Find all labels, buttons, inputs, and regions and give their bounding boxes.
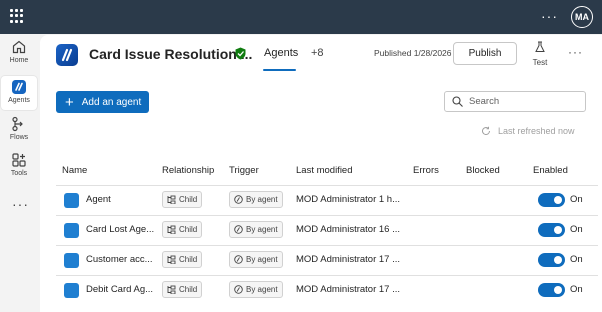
last-modified: MOD Administrator 17 ... bbox=[296, 254, 401, 265]
enabled-label: On bbox=[570, 224, 583, 235]
enabled-toggle[interactable] bbox=[538, 193, 565, 207]
search-input[interactable] bbox=[469, 96, 579, 107]
main-panel: Card Issue Resolution ... Agents +8 Publ… bbox=[40, 35, 602, 312]
agent-name[interactable]: Agent bbox=[86, 194, 156, 205]
flows-icon bbox=[12, 116, 23, 132]
agent-name[interactable]: Customer acc... bbox=[86, 254, 156, 265]
page-title[interactable]: Card Issue Resolution ... bbox=[89, 46, 252, 62]
agent-icon bbox=[64, 193, 79, 208]
refresh-label: Last refreshed now bbox=[498, 126, 575, 136]
relationship-chip: Child bbox=[162, 281, 203, 298]
trigger-chip: By agent bbox=[229, 281, 283, 298]
rail-item-flows[interactable]: Flows bbox=[1, 116, 37, 150]
relationship-label: Child bbox=[179, 255, 198, 264]
app-launcher-icon[interactable] bbox=[10, 9, 24, 23]
rail-label-tools: Tools bbox=[10, 170, 28, 177]
bot-icon bbox=[234, 255, 243, 264]
table-row[interactable]: Debit Card Ag... Child By agent MOD Admi… bbox=[56, 275, 598, 305]
agent-name[interactable]: Debit Card Ag... bbox=[86, 284, 156, 295]
trigger-label: By agent bbox=[246, 195, 278, 204]
agents-icon bbox=[12, 80, 26, 94]
rail-label-agents: Agents bbox=[8, 97, 30, 104]
trigger-chip: By agent bbox=[229, 191, 283, 208]
rail-label-home: Home bbox=[9, 57, 29, 64]
bot-icon bbox=[234, 225, 243, 234]
rail-item-tools[interactable]: Tools bbox=[1, 152, 37, 186]
col-header-errors[interactable]: Errors bbox=[413, 165, 439, 176]
rail-more-icon[interactable]: ··· bbox=[12, 196, 29, 212]
agent-icon bbox=[64, 253, 79, 268]
relationship-chip: Child bbox=[162, 251, 203, 268]
col-header-relationship[interactable]: Relationship bbox=[162, 165, 214, 176]
table-row[interactable]: Card Lost Age... Child By agent MOD Admi… bbox=[56, 215, 598, 245]
home-icon bbox=[12, 40, 26, 54]
copilot-studio-logo-icon bbox=[56, 44, 78, 66]
relationship-label: Child bbox=[179, 285, 198, 294]
last-modified: MOD Administrator 16 ... bbox=[296, 224, 401, 235]
rail-item-home[interactable]: Home bbox=[1, 39, 37, 73]
enabled-toggle[interactable] bbox=[538, 223, 565, 237]
page-header: Card Issue Resolution ... Agents +8 Publ… bbox=[40, 35, 602, 75]
enabled-toggle[interactable] bbox=[538, 253, 565, 267]
trigger-chip: By agent bbox=[229, 251, 283, 268]
table-row[interactable]: Agent Child By agent MOD Administrator 1… bbox=[56, 185, 598, 215]
agent-icon bbox=[64, 223, 79, 238]
relationship-chip: Child bbox=[162, 221, 203, 238]
rail-item-agents[interactable]: Agents bbox=[1, 76, 37, 110]
shield-icon bbox=[235, 47, 246, 60]
enabled-toggle[interactable] bbox=[538, 283, 565, 297]
table-row[interactable]: Customer acc... Child By agent MOD Admin… bbox=[56, 245, 598, 275]
agent-icon bbox=[64, 283, 79, 298]
left-rail: Home Agents Flows Tools ··· bbox=[0, 34, 38, 312]
enabled-label: On bbox=[570, 254, 583, 265]
add-agent-button[interactable]: + Add an agent bbox=[56, 91, 149, 113]
flask-icon bbox=[535, 41, 545, 52]
more-options-icon[interactable]: ··· bbox=[541, 8, 558, 24]
last-modified: MOD Administrator 17 ... bbox=[296, 284, 401, 295]
col-header-trigger[interactable]: Trigger bbox=[229, 165, 259, 176]
tab-more[interactable]: +8 bbox=[311, 47, 324, 59]
test-button[interactable]: Test bbox=[529, 40, 551, 67]
tab-selected-indicator bbox=[263, 69, 296, 71]
publish-button[interactable]: Publish bbox=[453, 42, 517, 65]
bot-icon bbox=[234, 195, 243, 204]
col-header-name[interactable]: Name bbox=[62, 165, 87, 176]
tools-icon bbox=[12, 153, 26, 167]
header-more-icon[interactable]: ··· bbox=[568, 45, 583, 59]
relationship-label: Child bbox=[179, 195, 198, 204]
relationship-label: Child bbox=[179, 225, 198, 234]
col-header-blocked[interactable]: Blocked bbox=[466, 165, 500, 176]
add-agent-label: Add an agent bbox=[81, 96, 142, 108]
trigger-label: By agent bbox=[246, 225, 278, 234]
col-header-enabled[interactable]: Enabled bbox=[533, 165, 568, 176]
child-icon bbox=[167, 195, 176, 204]
top-bar: ··· MA bbox=[0, 0, 602, 34]
relationship-chip: Child bbox=[162, 191, 203, 208]
col-header-last-modified[interactable]: Last modified bbox=[296, 165, 353, 176]
search-icon bbox=[452, 96, 463, 107]
child-icon bbox=[167, 285, 176, 294]
child-icon bbox=[167, 255, 176, 264]
refresh-status[interactable]: Last refreshed now bbox=[481, 126, 575, 136]
trigger-label: By agent bbox=[246, 285, 278, 294]
bot-icon bbox=[234, 285, 243, 294]
enabled-label: On bbox=[570, 194, 583, 205]
published-status: Published 1/28/2026 bbox=[374, 48, 452, 58]
agent-name[interactable]: Card Lost Age... bbox=[86, 224, 156, 235]
last-modified: MOD Administrator 1 h... bbox=[296, 194, 401, 205]
search-box[interactable] bbox=[444, 91, 586, 112]
avatar[interactable]: MA bbox=[571, 6, 593, 28]
rail-label-flows: Flows bbox=[9, 134, 29, 141]
enabled-label: On bbox=[570, 284, 583, 295]
plus-icon: + bbox=[65, 93, 74, 111]
child-icon bbox=[167, 225, 176, 234]
trigger-label: By agent bbox=[246, 255, 278, 264]
refresh-icon bbox=[482, 126, 491, 136]
test-label: Test bbox=[532, 58, 548, 67]
tab-agents[interactable]: Agents bbox=[264, 47, 298, 59]
trigger-chip: By agent bbox=[229, 221, 283, 238]
